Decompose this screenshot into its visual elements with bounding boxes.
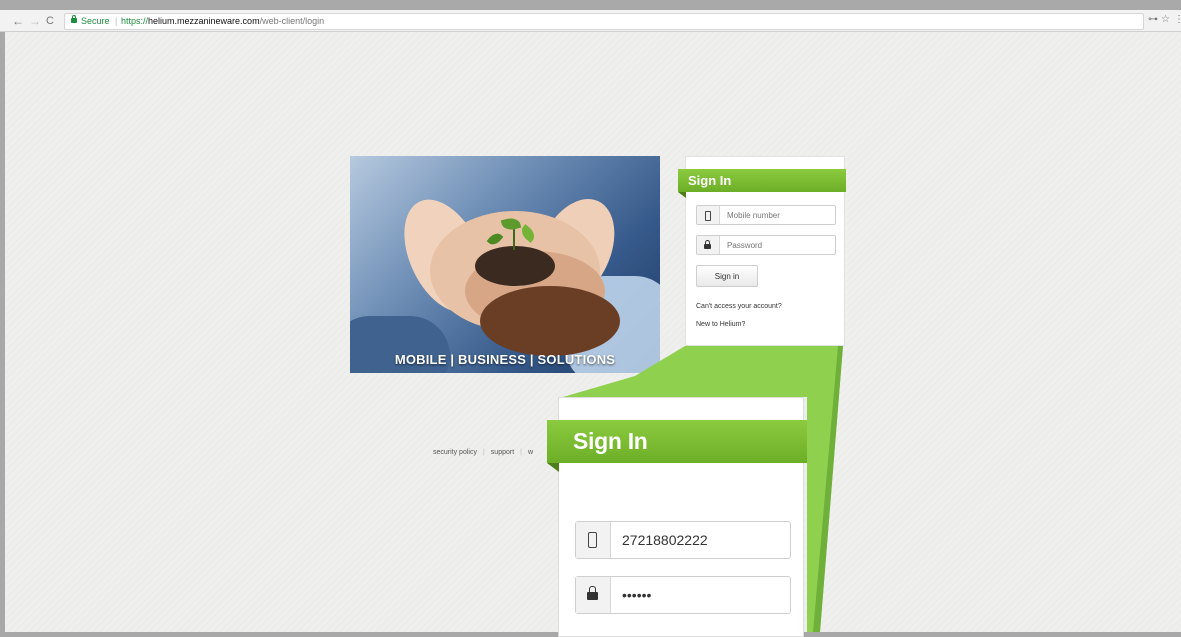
zoomed-password-input[interactable]	[622, 577, 790, 613]
lock-icon	[587, 586, 598, 600]
mobile-phone-icon	[588, 532, 597, 548]
zoomed-mobile-addon	[576, 522, 611, 558]
zoomed-signin-title: Sign In	[547, 420, 807, 472]
zoomed-mobile-field[interactable]	[575, 521, 791, 559]
zoomed-password-addon	[576, 577, 611, 613]
zoomed-mobile-input[interactable]	[622, 522, 790, 558]
zoomed-signin-panel: Sign In	[547, 397, 807, 637]
zoomed-password-field[interactable]	[575, 576, 791, 614]
